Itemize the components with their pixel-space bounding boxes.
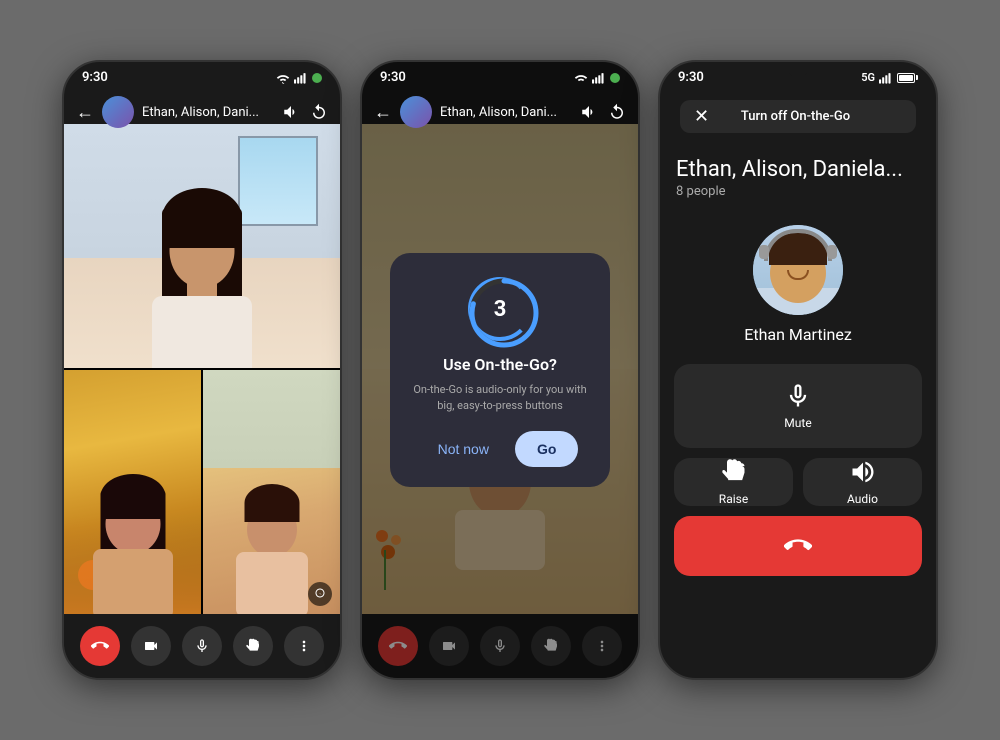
video-cell-bottom-right xyxy=(203,370,340,614)
camera-button-1[interactable] xyxy=(131,626,171,666)
call-avatar-group-1 xyxy=(102,96,134,128)
mute-button-3[interactable]: Mute xyxy=(674,364,922,448)
call-header-2: ← Ethan, Alison, Dani... xyxy=(362,90,638,134)
time-3: 9:30 xyxy=(678,70,704,85)
overlay-icon-br xyxy=(308,582,332,606)
battery-indicator xyxy=(312,73,322,83)
bottom-bar-1 xyxy=(64,614,340,678)
otg-dialog: 3 Use On-the-Go? On-the-Go is audio-only… xyxy=(390,253,610,487)
otg-topbar-label: Turn off On-the-Go xyxy=(741,109,850,124)
back-button-2[interactable]: ← xyxy=(374,102,392,123)
battery-dot-2 xyxy=(610,73,620,83)
video-cell-top xyxy=(64,124,340,368)
p3-people-count: 8 people xyxy=(660,184,936,215)
call-header-icons-2 xyxy=(580,103,626,121)
time-1: 9:30 xyxy=(82,70,108,85)
video-grid-1 xyxy=(64,124,340,614)
p3-control-row: Raise Audio xyxy=(674,458,922,506)
signal-icon xyxy=(294,72,308,84)
call-name-1: Ethan, Alison, Dani... xyxy=(142,105,274,120)
dialog-overlay: 3 Use On-the-Go? On-the-Go is audio-only… xyxy=(362,62,638,678)
network-label: 5G xyxy=(861,71,875,84)
time-2: 9:30 xyxy=(380,70,406,85)
wifi-icon xyxy=(276,72,290,84)
turn-off-otg-bar: ✕ Turn off On-the-Go xyxy=(680,100,916,133)
wifi-icon-2 xyxy=(574,72,588,84)
rotate-icon-2[interactable] xyxy=(608,103,626,121)
phone-1: 9:30 ← Ethan, Alison, Dani... xyxy=(62,60,342,680)
call-avatar-group-2 xyxy=(400,96,432,128)
raise-label: Raise xyxy=(719,492,748,506)
status-icons-2 xyxy=(574,72,620,84)
ethan-name: Ethan Martinez xyxy=(744,325,852,344)
phone-2: 9:30 ← Ethan, Alison, Dani... xyxy=(360,60,640,680)
signal-icon-2 xyxy=(592,72,606,84)
signal-icon-3 xyxy=(879,72,893,84)
phone-3: 9:30 5G ✕ Turn off On-the-Go xyxy=(658,60,938,680)
raise-button-3[interactable]: Raise xyxy=(674,458,793,506)
p3-avatar-area: Ethan Martinez xyxy=(660,215,936,354)
status-bar-1: 9:30 xyxy=(64,62,340,89)
microphone-button-1[interactable] xyxy=(182,626,222,666)
battery-icon-3 xyxy=(897,73,918,83)
audio-label: Audio xyxy=(847,492,878,506)
audio-button-3[interactable]: Audio xyxy=(803,458,922,506)
not-now-button[interactable]: Not now xyxy=(422,431,505,467)
ethan-avatar xyxy=(753,225,843,315)
close-button-3[interactable]: ✕ xyxy=(694,106,709,127)
dialog-title: Use On-the-Go? xyxy=(410,355,590,374)
status-bar-2: 9:30 xyxy=(362,62,638,89)
call-header-icons-1 xyxy=(282,103,328,121)
dialog-buttons: Not now Go xyxy=(410,431,590,467)
raise-hand-button-1[interactable] xyxy=(233,626,273,666)
call-name-2: Ethan, Alison, Dani... xyxy=(440,105,572,120)
end-call-button-1[interactable] xyxy=(80,626,120,666)
speaker-icon[interactable] xyxy=(282,103,300,121)
back-button-1[interactable]: ← xyxy=(76,102,94,123)
p3-call-name: Ethan, Alison, Daniela... xyxy=(660,141,936,184)
go-button[interactable]: Go xyxy=(515,431,578,467)
end-call-button-3[interactable] xyxy=(674,516,922,576)
status-icons-1 xyxy=(276,72,322,84)
dialog-description: On-the-Go is audio-only for you with big… xyxy=(410,382,590,413)
more-button-1[interactable] xyxy=(284,626,324,666)
status-icons-3: 5G xyxy=(861,71,918,84)
rotate-icon[interactable] xyxy=(310,103,328,121)
speaker-icon-2[interactable] xyxy=(580,103,598,121)
mute-label: Mute xyxy=(784,416,811,430)
p3-controls: Mute Raise Audio xyxy=(660,354,936,606)
video-bottom-row xyxy=(64,370,340,614)
video-cell-bottom-left xyxy=(64,370,201,614)
call-header-1: ← Ethan, Alison, Dani... xyxy=(64,90,340,134)
countdown-ring: 3 xyxy=(468,277,532,341)
p3-topbar-wrapper: ✕ Turn off On-the-Go xyxy=(660,92,936,141)
